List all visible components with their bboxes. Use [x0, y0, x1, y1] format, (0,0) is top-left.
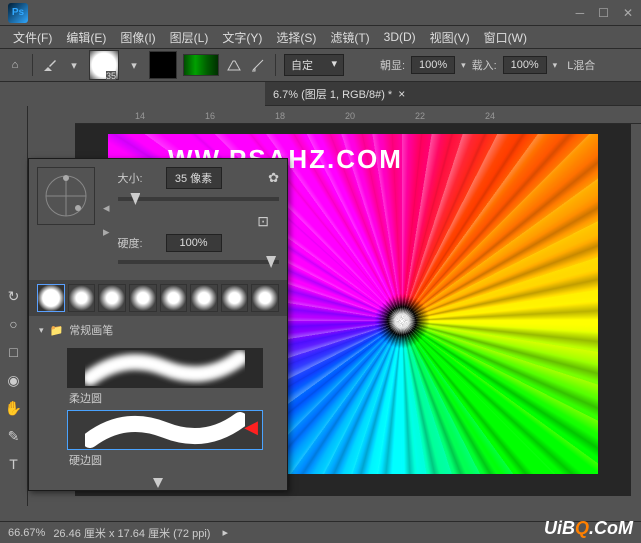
- brush-list-item[interactable]: ◀ 硬边圆: [67, 410, 263, 468]
- menu-3d[interactable]: 3D(D): [379, 28, 421, 46]
- gradient-swatch[interactable]: [183, 54, 219, 76]
- window-controls: ─ ☐ ✕: [576, 6, 633, 20]
- flip-left-icon[interactable]: ◂: [103, 200, 110, 216]
- chevron-down-icon[interactable]: ▾: [461, 60, 466, 71]
- brush-preset-item[interactable]: [190, 284, 218, 312]
- gear-icon[interactable]: ✿: [268, 170, 279, 186]
- options-bar: ⌂ ▾ 35 ▾ 自定 ▾ 朝显: 100% ▾ 载入: 100% ▾ L混合: [0, 48, 641, 82]
- arrow-indicator-icon: ◀: [244, 417, 258, 438]
- size-input[interactable]: 35 像素: [166, 167, 222, 189]
- menu-select[interactable]: 选择(S): [271, 27, 321, 48]
- horizontal-ruler: 14 16 18 20 22 24: [75, 106, 641, 124]
- brush-preset-item[interactable]: [37, 284, 65, 312]
- menu-edit[interactable]: 编辑(E): [61, 27, 111, 48]
- hand-tool-icon[interactable]: ✋: [4, 398, 24, 418]
- brush-preset-item[interactable]: [160, 284, 188, 312]
- ruler-tick: 22: [415, 111, 425, 121]
- ellipse-icon[interactable]: ○: [4, 314, 24, 334]
- brush-name-label: 柔边圆: [67, 390, 263, 406]
- brush-list-item[interactable]: 柔边圆: [67, 348, 263, 406]
- menu-view[interactable]: 视图(V): [425, 27, 475, 48]
- flip-right-icon[interactable]: ▸: [103, 224, 110, 240]
- new-preset-icon[interactable]: ⊡: [118, 213, 279, 230]
- brush-tip-preview[interactable]: [37, 167, 95, 225]
- brush-preset-picker[interactable]: 35: [89, 50, 119, 80]
- brush-tool-icon[interactable]: [41, 56, 59, 74]
- chevron-down-icon[interactable]: ▾: [65, 56, 83, 74]
- close-button[interactable]: ✕: [623, 6, 633, 20]
- menu-image[interactable]: 图像(I): [115, 27, 160, 48]
- opacity-input[interactable]: 100%: [411, 56, 455, 74]
- brush-preset-item[interactable]: [98, 284, 126, 312]
- eyedropper-icon[interactable]: ◉: [4, 370, 24, 390]
- color-swatch[interactable]: [149, 51, 177, 79]
- menu-layer[interactable]: 图层(L): [165, 27, 214, 48]
- menu-file[interactable]: 文件(F): [8, 27, 57, 48]
- chevron-right-icon[interactable]: ▸: [222, 526, 228, 539]
- home-icon[interactable]: ⌂: [6, 56, 24, 74]
- brush-name-label: 硬边圆: [67, 452, 263, 468]
- brush-preset-item[interactable]: [251, 284, 279, 312]
- swap-colors-icon[interactable]: ↻: [4, 286, 24, 306]
- size-slider[interactable]: [118, 197, 279, 201]
- brush-preset-row: [29, 280, 287, 316]
- chevron-down-icon: ▾: [39, 325, 44, 336]
- menubar: 文件(F) 编辑(E) 图像(I) 图层(L) 文字(Y) 选择(S) 滤镜(T…: [0, 26, 641, 48]
- close-tab-icon[interactable]: ×: [398, 87, 405, 101]
- brush-folder[interactable]: ▾ 📁 常规画笔: [29, 316, 287, 344]
- brush-size-number: 35: [106, 71, 116, 81]
- app-logo: Ps: [8, 3, 28, 23]
- pressure-opacity-icon[interactable]: [225, 56, 243, 74]
- folder-icon: 📁: [50, 324, 64, 337]
- brush-preset-item[interactable]: [68, 284, 96, 312]
- chevron-down-icon[interactable]: ▾: [125, 56, 143, 74]
- hardness-label: 硬度:: [118, 235, 160, 251]
- opacity-label: 朝显:: [380, 57, 405, 73]
- menu-filter[interactable]: 滤镜(T): [325, 27, 374, 48]
- size-label: 大小:: [118, 170, 160, 186]
- airbrush-icon[interactable]: [249, 56, 267, 74]
- site-watermark: UiBQ.CoM: [544, 518, 633, 539]
- separator: [32, 54, 33, 76]
- hardness-input[interactable]: 100%: [166, 234, 222, 252]
- brush-list: 柔边圆 ◀ 硬边圆: [29, 344, 287, 476]
- brush-preset-item[interactable]: [129, 284, 157, 312]
- ruler-tick: 14: [135, 111, 145, 121]
- maximize-button[interactable]: ☐: [598, 6, 609, 20]
- chevron-down-icon[interactable]: ▾: [553, 60, 558, 71]
- titlebar: Ps ─ ☐ ✕: [0, 0, 641, 26]
- menu-type[interactable]: 文字(Y): [217, 27, 267, 48]
- panel-resize-handle[interactable]: [29, 476, 287, 490]
- menu-window[interactable]: 窗口(W): [479, 27, 532, 48]
- square-icon[interactable]: □: [4, 342, 24, 362]
- type-tool-icon[interactable]: T: [4, 454, 24, 474]
- hardness-slider[interactable]: [118, 260, 279, 264]
- folder-label: 常规画笔: [69, 322, 113, 338]
- document-tab[interactable]: 6.7% (图层 1, RGB/8#) * ×: [265, 82, 641, 106]
- ruler-tick: 20: [345, 111, 355, 121]
- blend-label: L混合: [567, 57, 595, 73]
- minimize-button[interactable]: ─: [576, 6, 585, 20]
- mode-dropdown[interactable]: 自定 ▾: [284, 54, 344, 76]
- flow-input[interactable]: 100%: [503, 56, 547, 74]
- brush-preset-panel: ◂ ▸ 大小: 35 像素 ✿ ⊡ 硬度: 100%: [28, 158, 288, 491]
- brush-tool-icon[interactable]: ✎: [4, 426, 24, 446]
- ruler-tick: 16: [205, 111, 215, 121]
- document-dimensions: 26.46 厘米 x 17.64 厘米 (72 ppi): [53, 525, 210, 541]
- flow-label: 载入:: [472, 57, 497, 73]
- ruler-tick: 18: [275, 111, 285, 121]
- tools-panel: ↻ ○ □ ◉ ✋ ✎ T: [0, 106, 28, 506]
- brush-preset-item[interactable]: [221, 284, 249, 312]
- document-tab-label: 6.7% (图层 1, RGB/8#) *: [273, 86, 392, 102]
- ruler-tick: 24: [485, 111, 495, 121]
- separator: [275, 54, 276, 76]
- zoom-level[interactable]: 66.67%: [8, 527, 45, 539]
- main-area: ↻ ○ □ ◉ ✋ ✎ T 14 16 18 20 22 24 WW.PSAHZ…: [0, 106, 641, 506]
